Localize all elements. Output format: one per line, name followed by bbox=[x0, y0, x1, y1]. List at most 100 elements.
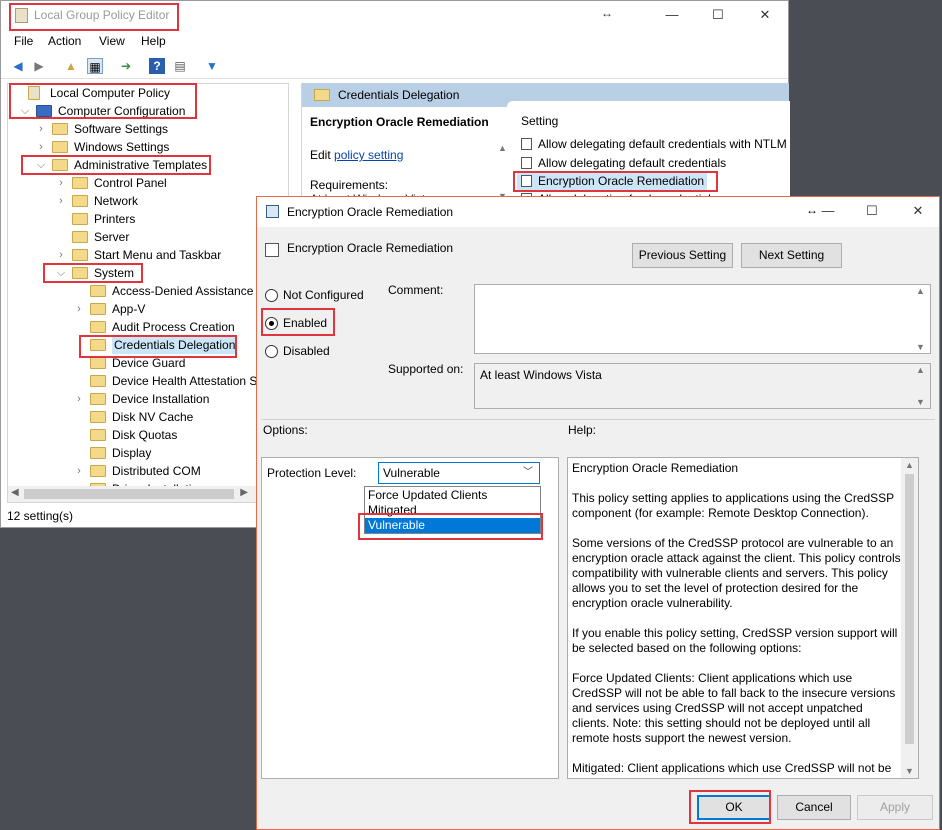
folder-icon bbox=[52, 159, 68, 171]
tree-item[interactable]: › App-V bbox=[8, 300, 288, 318]
scroll-right-icon[interactable]: ▶ bbox=[240, 487, 248, 498]
export-list-icon[interactable]: ➔ bbox=[118, 58, 134, 74]
tree-item[interactable]: Disk Quotas bbox=[8, 426, 288, 444]
tree-item[interactable]: Access-Denied Assistance bbox=[8, 282, 288, 300]
supported-on-value: At least Windows Vista bbox=[480, 368, 602, 382]
tree-item[interactable]: ⌵ Administrative Templates bbox=[8, 156, 288, 174]
tree-item[interactable]: ⌵ System bbox=[8, 264, 288, 282]
collapsed-chevron-icon[interactable]: › bbox=[74, 300, 84, 318]
menu-file[interactable]: File bbox=[14, 34, 33, 48]
folder-icon bbox=[72, 231, 88, 243]
scroll-up-icon[interactable]: ▲ bbox=[916, 365, 925, 375]
scroll-thumb[interactable] bbox=[24, 489, 234, 499]
folder-icon bbox=[72, 213, 88, 225]
menu-action[interactable]: Action bbox=[48, 34, 81, 48]
tree-item-label: Device Health Attestation Se bbox=[112, 374, 265, 388]
filter-icon[interactable]: ▼ bbox=[204, 58, 220, 74]
tree-item[interactable]: › Start Menu and Taskbar bbox=[8, 246, 288, 264]
previous-setting-button[interactable]: Previous Setting bbox=[632, 243, 733, 268]
menu-help[interactable]: Help bbox=[141, 34, 166, 48]
option-force-updated-clients[interactable]: Force Updated Clients bbox=[365, 488, 540, 503]
scroll-down-icon[interactable]: ▼ bbox=[916, 342, 925, 352]
help-paragraph: Some versions of the CredSSP protocol ar… bbox=[572, 536, 901, 610]
radio-label: Enabled bbox=[283, 316, 328, 330]
comment-textarea[interactable]: ▲ ▼ bbox=[474, 284, 931, 354]
policy-tree[interactable]: Local Computer Policy ⌵ Computer Configura… bbox=[7, 83, 289, 503]
tree-item[interactable]: Display bbox=[8, 444, 288, 462]
tree-item[interactable]: Local Computer Policy bbox=[8, 84, 288, 102]
scroll-down-icon[interactable]: ▼ bbox=[905, 766, 914, 776]
minimize-icon[interactable]: — bbox=[657, 5, 687, 25]
dialog-titlebar[interactable]: Encryption Oracle Remediation ↔ — ☐ ✕ bbox=[257, 197, 939, 227]
apply-button[interactable]: Apply bbox=[857, 795, 933, 820]
collapsed-chevron-icon[interactable]: › bbox=[36, 120, 46, 138]
tree-item-label: Device Installation bbox=[112, 392, 210, 406]
help-icon[interactable]: ? bbox=[149, 58, 165, 74]
maximize-icon[interactable]: ☐ bbox=[857, 201, 887, 221]
policy-setting-icon bbox=[521, 138, 532, 150]
scroll-thumb[interactable] bbox=[905, 474, 914, 744]
collapsed-chevron-icon[interactable]: › bbox=[56, 192, 66, 210]
collapsed-chevron-icon[interactable]: › bbox=[74, 462, 84, 480]
main-titlebar[interactable]: Local Group Policy Editor ↔ — ☐ ✕ bbox=[1, 1, 788, 31]
tree-item[interactable]: Device Health Attestation Se bbox=[8, 372, 288, 390]
collapsed-chevron-icon[interactable]: › bbox=[56, 174, 66, 192]
option-vulnerable[interactable]: Vulnerable bbox=[365, 518, 540, 533]
tree-item[interactable]: Disk NV Cache bbox=[8, 408, 288, 426]
radio-label: Not Configured bbox=[283, 288, 364, 302]
menu-view[interactable]: View bbox=[99, 34, 125, 48]
gpedit-app-icon bbox=[15, 8, 28, 23]
scroll-up-icon[interactable]: ▲ bbox=[905, 460, 914, 470]
tree-item[interactable]: ⌵ Computer Configuration bbox=[8, 102, 288, 120]
supported-scrollbar[interactable]: ▲ ▼ bbox=[913, 364, 930, 408]
tree-item-label: Control Panel bbox=[94, 176, 167, 190]
forward-arrow-icon[interactable]: ▶ bbox=[31, 58, 47, 74]
ok-button[interactable]: OK bbox=[697, 795, 771, 820]
tree-item[interactable]: › Control Panel bbox=[8, 174, 288, 192]
maximize-icon[interactable]: ☐ bbox=[703, 5, 733, 25]
next-setting-button[interactable]: Next Setting bbox=[741, 243, 842, 268]
scroll-left-icon[interactable]: ◀ bbox=[11, 487, 19, 498]
back-arrow-icon[interactable]: ◀ bbox=[10, 58, 26, 74]
option-mitigated[interactable]: Mitigated bbox=[365, 503, 540, 518]
policy-setting-link[interactable]: policy setting bbox=[334, 148, 403, 162]
protection-level-options: Force Updated Clients Mitigated Vulnerab… bbox=[364, 486, 541, 534]
chevron-down-icon[interactable]: ﹀ bbox=[523, 463, 533, 483]
show-hide-tree-icon[interactable]: ▦ bbox=[87, 58, 103, 74]
tree-item[interactable]: › Software Settings bbox=[8, 120, 288, 138]
tree-item-label: Audit Process Creation bbox=[112, 320, 235, 334]
tree-item[interactable]: Device Guard bbox=[8, 354, 288, 372]
expanded-chevron-icon[interactable]: ⌵ bbox=[20, 102, 30, 120]
tree-item[interactable]: Credentials Delegation bbox=[8, 336, 288, 354]
collapsed-chevron-icon[interactable]: › bbox=[36, 138, 46, 156]
tree-item[interactable]: Printers bbox=[8, 210, 288, 228]
tree-item[interactable]: › Windows Settings bbox=[8, 138, 288, 156]
expanded-chevron-icon[interactable]: ⌵ bbox=[56, 264, 66, 282]
tree-item[interactable]: › Network bbox=[8, 192, 288, 210]
tree-item-label: Network bbox=[94, 194, 139, 208]
protection-level-dropdown[interactable]: Vulnerable ﹀ bbox=[378, 462, 540, 484]
scroll-down-icon[interactable]: ▼ bbox=[916, 397, 925, 407]
scroll-up-icon[interactable]: ▲ bbox=[498, 143, 507, 153]
scroll-up-icon[interactable]: ▲ bbox=[916, 286, 925, 296]
expanded-chevron-icon[interactable]: ⌵ bbox=[36, 156, 46, 174]
up-folder-icon[interactable]: ▲ bbox=[63, 58, 79, 74]
cancel-button[interactable]: Cancel bbox=[777, 795, 851, 820]
setting-row-selected[interactable]: Encryption Oracle Remediation bbox=[517, 172, 707, 190]
properties-icon[interactable]: ▤ bbox=[172, 58, 188, 74]
setting-column-header[interactable]: Setting bbox=[521, 114, 558, 128]
tree-item[interactable]: › Distributed COM bbox=[8, 462, 288, 480]
comment-scrollbar[interactable]: ▲ ▼ bbox=[913, 285, 930, 353]
help-scrollbar[interactable]: ▲ ▼ bbox=[901, 458, 918, 778]
collapsed-chevron-icon[interactable]: › bbox=[56, 246, 66, 264]
tree-item[interactable]: › Device Installation bbox=[8, 390, 288, 408]
close-icon[interactable]: ✕ bbox=[750, 5, 780, 25]
help-label: Help: bbox=[568, 423, 597, 437]
collapsed-chevron-icon[interactable]: › bbox=[74, 390, 84, 408]
tree-item[interactable]: Server bbox=[8, 228, 288, 246]
tree-horizontal-scrollbar[interactable]: ◀ ▶ bbox=[8, 486, 288, 502]
folder-icon bbox=[90, 465, 106, 477]
minimize-icon[interactable]: — bbox=[813, 201, 843, 221]
tree-item[interactable]: Audit Process Creation bbox=[8, 318, 288, 336]
close-icon[interactable]: ✕ bbox=[903, 201, 933, 221]
